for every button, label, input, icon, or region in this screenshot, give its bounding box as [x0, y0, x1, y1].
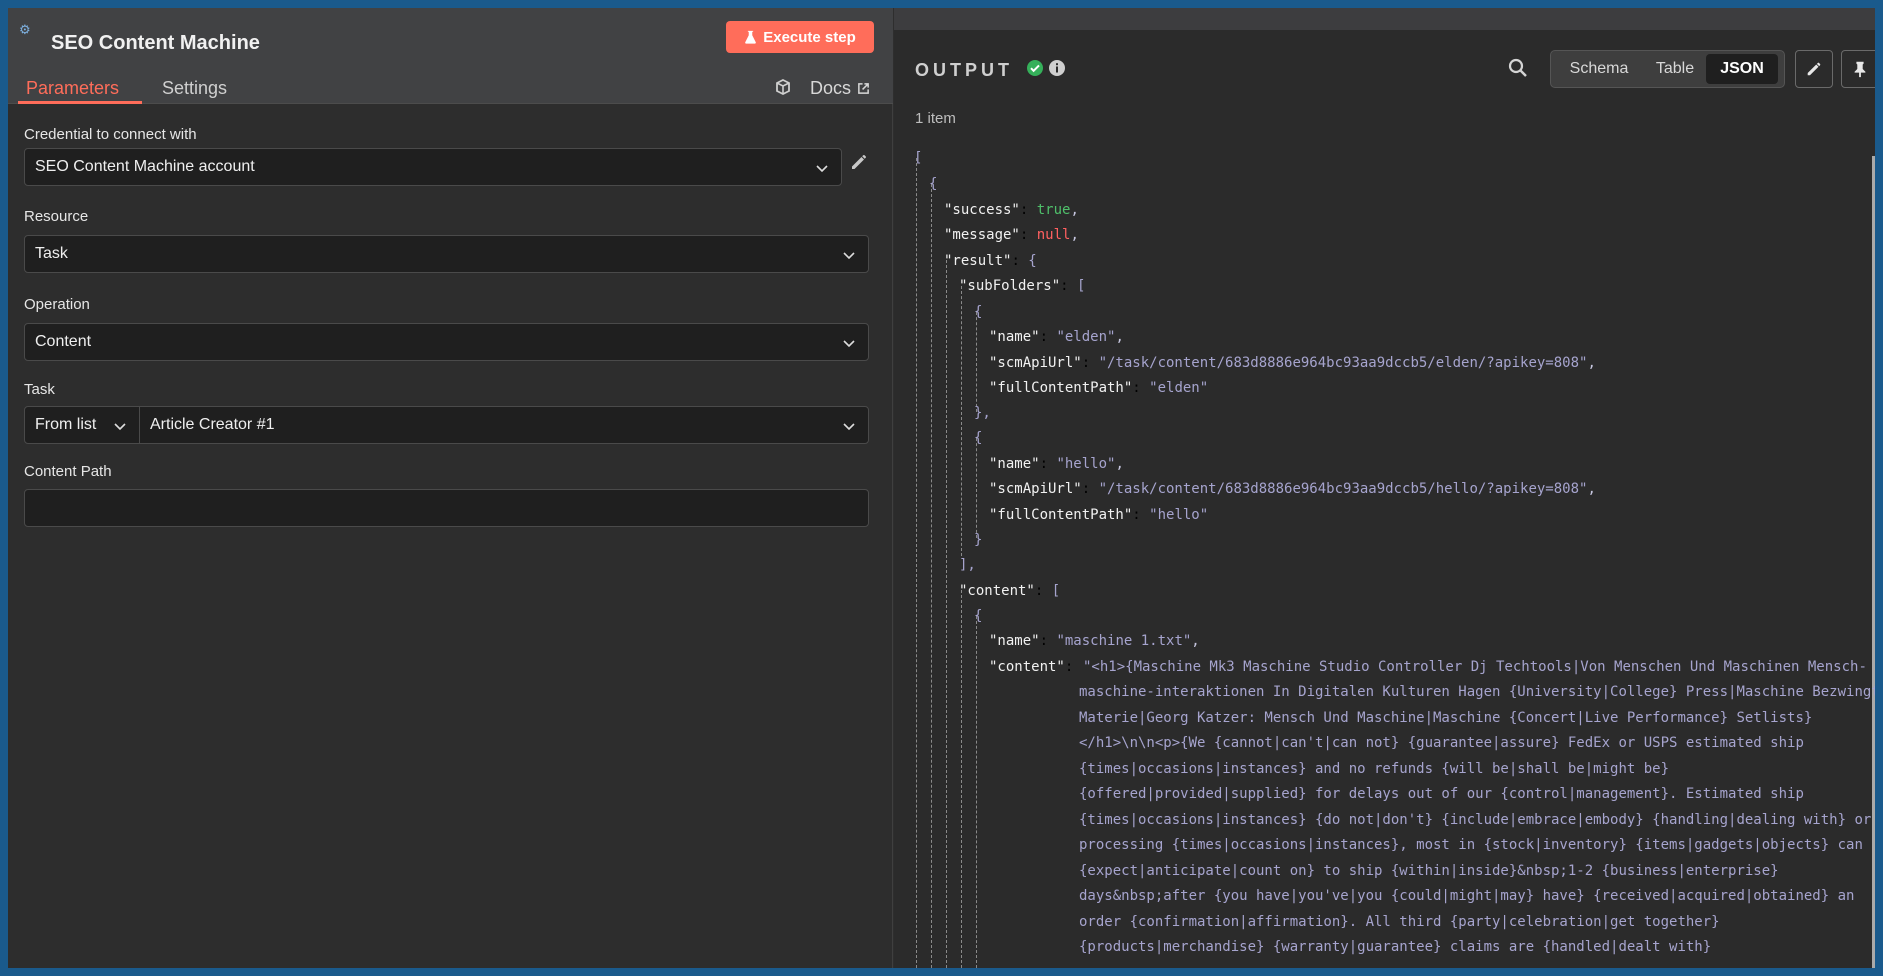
execute-step-button[interactable]: Execute step	[726, 21, 874, 53]
content-path-label: Content Path	[24, 463, 112, 480]
pencil-icon	[1807, 62, 1821, 76]
view-schema[interactable]: Schema	[1554, 54, 1644, 84]
items-count: 1 item	[915, 110, 956, 127]
output-scrollbar[interactable]	[1872, 156, 1875, 968]
search-icon[interactable]	[1508, 58, 1528, 78]
docs-link[interactable]: Docs	[810, 78, 870, 99]
edit-credential-icon[interactable]	[849, 152, 869, 172]
chevron-down-icon	[843, 423, 855, 431]
task-mode-value: From list	[35, 416, 97, 433]
node-gear-icon: ⚙	[19, 22, 31, 37]
package-icon	[774, 78, 792, 96]
output-topbar	[894, 8, 1875, 30]
app-frame: ⚙ SEO Content Machine Execute step Param…	[8, 8, 1875, 968]
task-label: Task	[24, 381, 55, 398]
external-link-icon	[858, 83, 869, 94]
chevron-down-icon	[843, 252, 855, 260]
resource-label: Resource	[24, 208, 89, 225]
view-table[interactable]: Table	[1644, 54, 1706, 84]
task-value: Article Creator #1	[150, 416, 275, 433]
output-panel: OUTPUT Schema Table JSON 1 item	[894, 8, 1875, 968]
chevron-down-icon	[114, 423, 126, 431]
output-title: OUTPUT	[915, 60, 1013, 80]
tab-settings[interactable]: Settings	[162, 78, 227, 99]
view-switcher: Schema Table JSON	[1550, 50, 1785, 88]
parameters-panel: ⚙ SEO Content Machine Execute step Param…	[8, 8, 893, 968]
success-check-icon	[1027, 60, 1043, 76]
credential-value: SEO Content Machine account	[35, 158, 255, 175]
pin-icon	[1854, 61, 1866, 78]
node-header: ⚙ SEO Content Machine Execute step Param…	[8, 8, 893, 104]
execute-step-label: Execute step	[763, 28, 856, 46]
content-path-input[interactable]	[24, 489, 869, 527]
operation-label: Operation	[24, 296, 90, 313]
pin-output-button[interactable]	[1841, 50, 1875, 88]
operation-value: Content	[35, 333, 92, 350]
docs-label: Docs	[810, 78, 852, 98]
view-json[interactable]: JSON	[1706, 54, 1778, 84]
credential-label: Credential to connect with	[24, 126, 197, 143]
active-tab-indicator	[18, 101, 142, 104]
operation-select[interactable]: Content	[24, 323, 869, 361]
task-select[interactable]: Article Creator #1	[139, 406, 869, 444]
node-title: SEO Content Machine	[51, 32, 260, 54]
chevron-down-icon	[816, 165, 828, 173]
info-icon[interactable]	[1048, 59, 1066, 77]
tab-parameters[interactable]: Parameters	[26, 78, 119, 99]
flask-icon	[745, 30, 757, 44]
task-mode-select[interactable]: From list	[24, 406, 140, 444]
edit-output-button[interactable]	[1795, 50, 1833, 88]
resource-value: Task	[35, 245, 68, 262]
credential-select[interactable]: SEO Content Machine account	[24, 148, 842, 186]
chevron-down-icon	[843, 340, 855, 348]
resource-select[interactable]: Task	[24, 235, 869, 273]
